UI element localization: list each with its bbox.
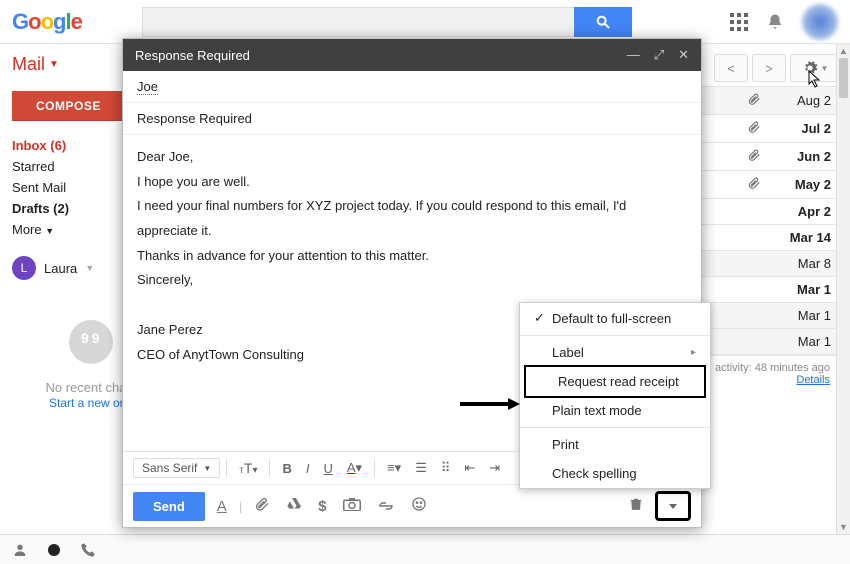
annotation-arrow <box>460 396 520 412</box>
search-button[interactable] <box>574 7 632 37</box>
underline-button[interactable]: U <box>317 457 338 480</box>
more-options-button[interactable] <box>655 491 691 521</box>
mail-date: May 2 <box>771 177 831 192</box>
numbered-list-button[interactable]: ☰ <box>409 456 433 480</box>
mail-date: Aug 2 <box>771 93 831 108</box>
menu-default-fullscreen[interactable]: ✓ Default to full-screen <box>520 303 710 333</box>
chevron-down-icon <box>669 504 677 509</box>
attachment-icon <box>747 176 761 193</box>
search-bar <box>142 7 632 37</box>
user-avatar: L <box>12 256 36 280</box>
mail-date: Jun 2 <box>771 149 831 164</box>
emoji-icon[interactable] <box>407 492 431 520</box>
cursor-icon <box>808 70 822 93</box>
google-logo[interactable]: Google <box>12 9 82 35</box>
drive-icon[interactable] <box>282 492 306 520</box>
money-icon[interactable]: $ <box>314 494 330 519</box>
scrollbar[interactable]: ▲ ▼ <box>836 44 850 534</box>
chevron-down-icon: ▼ <box>203 464 211 473</box>
mail-date: Apr 2 <box>771 204 831 219</box>
compose-button[interactable]: COMPOSE <box>12 91 125 121</box>
activity-details-link[interactable]: Details <box>796 374 830 386</box>
font-size-button[interactable]: тT▾ <box>233 456 263 480</box>
chevron-down-icon: ▼ <box>85 263 94 273</box>
mail-date: Mar 1 <box>771 282 831 297</box>
menu-label[interactable]: Label <box>520 338 710 367</box>
menu-print[interactable]: Print <box>520 430 710 459</box>
body-line: I hope you are well. <box>137 170 687 195</box>
search-input[interactable] <box>142 7 574 37</box>
search-icon <box>595 14 611 30</box>
hangouts-icon <box>69 320 113 364</box>
bold-button[interactable]: B <box>276 457 297 480</box>
phone-icon[interactable] <box>80 542 96 558</box>
subject-field[interactable]: Response Required <box>123 103 701 135</box>
scroll-down-arrow[interactable]: ▼ <box>837 520 850 534</box>
mail-date: Mar 1 <box>771 334 831 349</box>
bottom-bar <box>0 534 850 564</box>
scroll-thumb[interactable] <box>839 58 848 98</box>
compose-title: Response Required <box>135 48 250 63</box>
hangouts-tab-icon[interactable] <box>46 542 62 558</box>
attachment-icon <box>747 120 761 137</box>
minimize-icon[interactable]: — <box>627 47 640 63</box>
scroll-up-arrow[interactable]: ▲ <box>837 44 850 58</box>
nav-prev-button[interactable]: < <box>714 54 748 82</box>
mail-date: Mar 8 <box>771 256 831 271</box>
bulleted-list-button[interactable]: ⠿ <box>435 456 457 480</box>
indent-less-button[interactable]: ⇤ <box>458 456 481 480</box>
user-name: Laura <box>44 261 77 276</box>
align-button[interactable]: ≡▾ <box>381 456 407 480</box>
contacts-icon[interactable] <box>12 542 28 558</box>
formatting-toggle-icon[interactable]: A <box>213 494 231 519</box>
attachment-icon <box>747 148 761 165</box>
chevron-down-icon: ▼ <box>45 226 54 236</box>
italic-button[interactable]: I <box>300 457 316 480</box>
menu-plain-text[interactable]: Plain text mode <box>520 396 710 425</box>
nav-next-button[interactable]: > <box>752 54 786 82</box>
more-options-menu: ✓ Default to full-screen Label Request r… <box>519 302 711 489</box>
send-bar: Send A | $ ✓ Default to full-s <box>123 484 701 527</box>
check-icon: ✓ <box>534 310 552 326</box>
text-color-button[interactable]: A▾ <box>341 456 368 480</box>
mail-date: Jul 2 <box>771 121 831 136</box>
to-field[interactable]: Joe <box>123 71 701 103</box>
apps-icon[interactable] <box>730 13 748 31</box>
compose-title-bar[interactable]: Response Required — ⤢ ✕ <box>123 39 701 71</box>
body-line: Thanks in advance for your attention to … <box>137 244 687 269</box>
compose-window: Response Required — ⤢ ✕ Joe Response Req… <box>122 38 702 528</box>
mail-date: Mar 14 <box>771 230 831 245</box>
link-icon[interactable] <box>373 494 399 519</box>
body-line: Sincerely, <box>137 268 687 293</box>
send-button[interactable]: Send <box>133 492 205 521</box>
attachment-icon <box>747 92 761 109</box>
header-right <box>730 4 838 40</box>
font-family-select[interactable]: Sans Serif ▼ <box>133 458 220 478</box>
chevron-down-icon: ▼ <box>49 59 59 70</box>
menu-check-spelling[interactable]: Check spelling <box>520 459 710 488</box>
indent-more-button[interactable]: ⇥ <box>483 456 506 480</box>
menu-request-read-receipt[interactable]: Request read receipt <box>526 367 704 396</box>
expand-icon[interactable]: ⤢ <box>654 47 664 63</box>
photo-icon[interactable] <box>339 493 365 519</box>
attach-icon[interactable] <box>250 492 274 520</box>
account-avatar[interactable] <box>802 4 838 40</box>
body-line: Dear Joe, <box>137 145 687 170</box>
start-new-chat-link[interactable]: Start a new one <box>49 396 133 410</box>
notifications-icon[interactable] <box>766 13 784 31</box>
close-icon[interactable]: ✕ <box>678 47 689 63</box>
discard-icon[interactable] <box>625 492 647 520</box>
body-line: I need your final numbers for XYZ projec… <box>137 194 687 243</box>
mail-date: Mar 1 <box>771 308 831 323</box>
